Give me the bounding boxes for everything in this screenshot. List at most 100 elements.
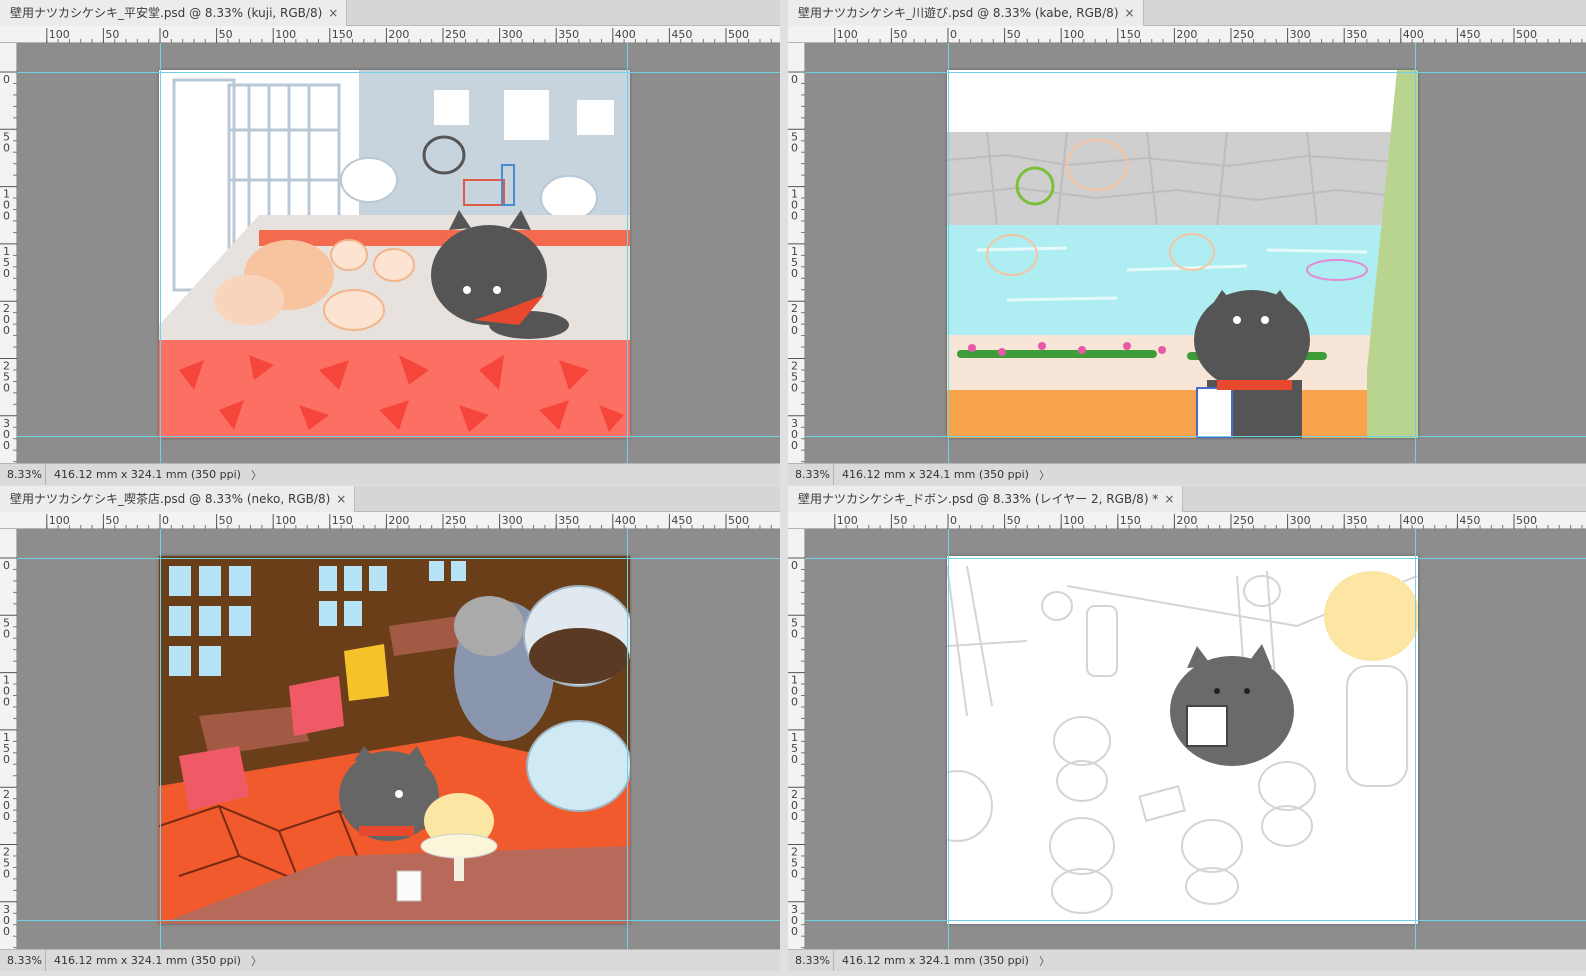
ruler-tick-label: 0 [3,141,10,154]
ruler-tick-label: 0 [3,696,10,709]
ruler-tick-label: 0 [791,439,798,452]
ruler-tick-label: 350 [558,28,579,41]
ruler-tick-label: 200 [388,28,409,41]
guide-line[interactable] [1415,529,1416,949]
guide-line[interactable] [627,43,628,463]
guide-line[interactable] [948,529,949,949]
ruler-tick-label: 150 [332,28,353,41]
guide-line[interactable] [17,436,780,437]
ruler-tick-label: 500 [1516,28,1537,41]
ruler-tick-label: 0 [791,925,798,938]
ruler-tick-label: 0 [3,267,10,280]
ruler-tick-label: 100 [49,514,70,527]
ruler-tick-label: 250 [445,28,466,41]
guide-line[interactable] [17,558,780,559]
ruler-tick-label: 500 [728,28,749,41]
ruler-tick-label: 450 [1459,514,1480,527]
ruler-tick-label: 150 [1120,28,1141,41]
ruler-tick-label: 150 [1120,514,1141,527]
ruler-tick-label: 0 [3,627,10,640]
ruler-tick-label: 0 [3,753,10,766]
ruler-tick-label: 450 [671,28,692,41]
ruler-tick-label: 50 [893,514,907,527]
ruler-tick-label: 250 [1233,28,1254,41]
document-tab[interactable]: 壁用ナツカシケシキ_平安堂.psd @ 8.33% (kuji, RGB/8) … [0,0,348,26]
close-icon[interactable]: × [1164,486,1174,512]
artwork-illustration [159,556,630,924]
ruler-tick-label: 450 [1459,28,1480,41]
guide-line[interactable] [805,72,1586,73]
ruler-tick-label: 250 [445,514,466,527]
vertical-ruler[interactable]: 050100150200250300 [788,43,805,463]
document-window-kawaasobi[interactable]: 壁用ナツカシケシキ_川遊び.psd @ 8.33% (kabe, RGB/8) … [788,0,1586,485]
zoom-level[interactable]: 8.33% [788,950,834,971]
guide-line[interactable] [627,529,628,949]
ruler-tick-label: 300 [502,514,523,527]
zoom-level[interactable]: 8.33% [0,464,46,485]
tab-bar: 壁用ナツカシケシキ_川遊び.psd @ 8.33% (kabe, RGB/8) … [788,0,1586,26]
close-icon[interactable]: × [328,0,338,26]
ruler-tick-label: 50 [1007,514,1021,527]
guide-line[interactable] [17,72,780,73]
ruler-tick-label: 200 [388,514,409,527]
zoom-level[interactable]: 8.33% [0,950,46,971]
vertical-ruler[interactable]: 050100150200250300 [788,529,805,949]
ruler-tick-label: 50 [105,514,119,527]
close-icon[interactable]: × [1125,0,1135,26]
document-tab-title: 壁用ナツカシケシキ_川遊び.psd @ 8.33% (kabe, RGB/8) [798,6,1119,20]
document-dimensions: 416.12 mm x 324.1 mm (350 ppi) [54,954,241,967]
guide-line[interactable] [160,43,161,463]
status-menu-arrow-icon[interactable]: 〉 [1029,467,1050,483]
close-icon[interactable]: × [336,486,346,512]
ruler-tick-label: 400 [615,514,636,527]
horizontal-ruler[interactable]: 100 50 0 50 100 150 200 250 300 350 400 450 500 [0,26,780,43]
ruler-tick-label: 0 [3,382,10,395]
ruler-tick-label: 150 [332,514,353,527]
ruler-tick-label: 0 [791,382,798,395]
ruler-tick-label: 100 [49,28,70,41]
artwork-canvas[interactable] [947,556,1418,924]
document-window-heiando[interactable]: 壁用ナツカシケシキ_平安堂.psd @ 8.33% (kuji, RGB/8) … [0,0,780,485]
status-menu-arrow-icon[interactable]: 〉 [241,953,262,969]
guide-line[interactable] [948,43,949,463]
status-menu-arrow-icon[interactable]: 〉 [241,467,262,483]
guide-line[interactable] [805,558,1586,559]
horizontal-ruler[interactable]: 100 50 0 50 100 150 200 250 300 350 400 450 500 [788,512,1586,529]
ruler-tick-label: 350 [1346,514,1367,527]
horizontal-ruler[interactable]: 100 50 0 50 100 150 200 250 300 350 400 450 500 [788,26,1586,43]
ruler-tick-label: 400 [615,28,636,41]
artwork-canvas[interactable] [947,70,1418,438]
guide-line[interactable] [1415,43,1416,463]
horizontal-ruler[interactable]: 100 50 0 50 100 150 200 250 300 350 400 450 500 [0,512,780,529]
status-menu-arrow-icon[interactable]: 〉 [1029,953,1050,969]
ruler-tick-label: 0 [3,868,10,881]
zoom-level[interactable]: 8.33% [788,464,834,485]
artwork-canvas[interactable] [159,556,630,924]
document-tab[interactable]: 壁用ナツカシケシキ_川遊び.psd @ 8.33% (kabe, RGB/8) … [788,0,1144,26]
ruler-tick-label: 400 [1403,514,1424,527]
ruler-tick-label: 50 [219,514,233,527]
guide-line[interactable] [805,436,1586,437]
ruler-tick-label: 0 [3,210,10,223]
ruler-tick-label: 0 [791,810,798,823]
guide-line[interactable] [805,920,1586,921]
ruler-tick-label: 250 [1233,514,1254,527]
document-dimensions: 416.12 mm x 324.1 mm (350 ppi) [54,468,241,481]
vertical-ruler[interactable]: 050100150200250300 [0,529,17,949]
document-tab-title: 壁用ナツカシケシキ_平安堂.psd @ 8.33% (kuji, RGB/8) [10,6,323,20]
ruler-tick-label: 0 [950,28,957,41]
guide-line[interactable] [17,920,780,921]
document-tab[interactable]: 壁用ナツカシケシキ_喫茶店.psd @ 8.33% (neko, RGB/8) … [0,486,356,512]
vertical-ruler[interactable]: 050100150200250300 [0,43,17,463]
ruler-tick-label: 500 [1516,514,1537,527]
ruler-tick-label: 0 [791,267,798,280]
document-window-kissaten[interactable]: 壁用ナツカシケシキ_喫茶店.psd @ 8.33% (neko, RGB/8) … [0,486,780,971]
ruler-tick-label: 100 [1063,514,1084,527]
document-window-dobon[interactable]: 壁用ナツカシケシキ_ドボン.psd @ 8.33% (レイヤー 2, RGB/8… [788,486,1586,971]
ruler-tick-label: 100 [1063,28,1084,41]
guide-line[interactable] [160,529,161,949]
status-bar: 8.33% 416.12 mm x 324.1 mm (350 ppi) 〉 [0,949,780,971]
tab-bar: 壁用ナツカシケシキ_平安堂.psd @ 8.33% (kuji, RGB/8) … [0,0,780,26]
document-tab[interactable]: 壁用ナツカシケシキ_ドボン.psd @ 8.33% (レイヤー 2, RGB/8… [788,486,1184,512]
artwork-canvas[interactable] [159,70,630,438]
